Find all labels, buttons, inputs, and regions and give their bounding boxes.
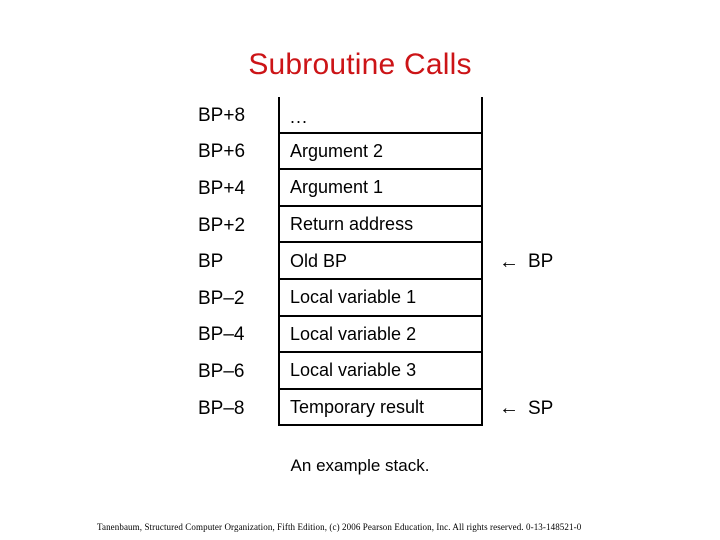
stack-cell: Local variable 1 [278, 279, 483, 317]
stack-row: BP–4 Local variable 2 [190, 316, 590, 354]
stack-cell: Return address [278, 206, 483, 244]
stack-cell: Argument 2 [278, 133, 483, 171]
stack-cell: Old BP [278, 243, 483, 280]
pointer-label: BP [528, 251, 554, 273]
stack-cell: Local variable 3 [278, 353, 483, 390]
stack-row: BP–2 Local variable 1 [190, 279, 590, 317]
stack-offset-label: BP [198, 251, 224, 273]
stack-row: BP Old BP ← BP [190, 243, 590, 280]
pointer-annotation-sp: ← SP [483, 390, 553, 427]
stack-offset-label: BP+2 [198, 214, 246, 236]
stack-row: BP–6 Local variable 3 [190, 353, 590, 390]
stack-cell-label: Argument 2 [290, 140, 384, 161]
stack-cell-label: Return address [290, 214, 414, 235]
stack-offset-label: BP+4 [198, 177, 246, 199]
stack-row: BP+8... [190, 97, 590, 134]
stack-cell-label: Argument 1 [290, 177, 384, 198]
stack-cell-label: Old BP [290, 250, 348, 271]
stack-offset-label: BP–8 [198, 397, 245, 419]
stack-cell: Temporary result [278, 389, 483, 427]
stack-cell-label: Local variable 3 [290, 360, 417, 381]
arrow-left-icon: ← [499, 397, 519, 420]
stack-row: BP–8 Temporary result ← SP [190, 389, 590, 427]
stack-row: BP+2 Return address [190, 206, 590, 244]
copyright-footer: Tanenbaum, Structured Computer Organizat… [97, 522, 582, 532]
stack-cell-label: Temporary result [290, 397, 425, 418]
stack-cell: Local variable 2 [278, 316, 483, 354]
stack-offset-label: BP+6 [198, 141, 246, 163]
stack-row: BP+4 Argument 1 [190, 170, 590, 207]
pointer-label: SP [528, 397, 554, 419]
figure-caption: An example stack. [290, 456, 430, 475]
arrow-left-icon: ← [499, 250, 519, 273]
stack-diagram: BP+8... BP+6 Argument 2 BP+4 Argument 1 BP+2 R… [190, 97, 590, 437]
stack-cell-label: Local variable 1 [290, 287, 417, 308]
stack-offset-label: BP+8 [198, 104, 246, 126]
stack-cell: Argument 1 [278, 170, 483, 207]
stack-cell: ... [278, 97, 483, 134]
pointer-annotation-bp: ← BP [483, 243, 553, 280]
stack-row: BP+6 Argument 2 [190, 133, 590, 171]
stack-offset-label: BP–4 [198, 324, 245, 346]
stack-offset-label: BP–2 [198, 287, 245, 309]
ellipsis-icon: ... [290, 106, 309, 127]
stack-offset-label: BP–6 [198, 360, 245, 382]
page-title: Subroutine Calls [248, 48, 472, 82]
stack-cell-label: Local variable 2 [290, 323, 417, 344]
